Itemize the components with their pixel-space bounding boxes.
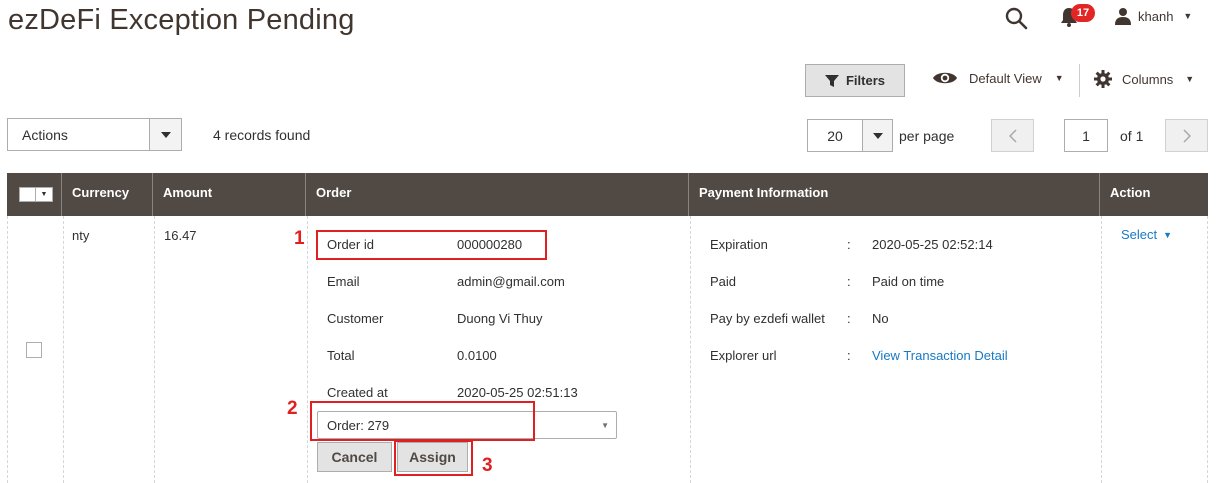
chevron-down-icon: ▼ — [1183, 11, 1193, 21]
column-header-order[interactable]: Order — [306, 173, 689, 216]
columns-control[interactable]: Columns ▼ — [1094, 70, 1194, 88]
mass-select-box[interactable] — [20, 188, 36, 201]
user-icon — [1115, 8, 1131, 25]
pay-by-wallet-value: No — [872, 311, 889, 326]
cancel-button[interactable]: Cancel — [317, 442, 392, 472]
customer-value: Duong Vi Thuy — [457, 311, 543, 326]
row-action-label: Select — [1121, 227, 1158, 242]
column-divider — [690, 216, 691, 483]
chevron-down-icon — [862, 120, 892, 151]
filter-icon — [824, 74, 839, 87]
separator: : — [847, 274, 851, 289]
column-divider — [307, 216, 308, 483]
email-label: Email — [327, 274, 360, 289]
per-page-select[interactable]: 20 — [807, 119, 893, 152]
chevron-down-icon: ▼ — [1163, 229, 1173, 240]
eye-icon — [933, 72, 957, 84]
actions-label: Actions — [22, 126, 68, 143]
paid-label: Paid — [710, 274, 737, 289]
user-menu[interactable]: khanh ▼ — [1114, 6, 1192, 26]
expiration-value: 2020-05-25 02:52:14 — [872, 237, 993, 252]
mass-select-checkbox[interactable]: ▼ — [19, 187, 53, 202]
column-header-payment-information[interactable]: Payment Information — [689, 173, 1100, 216]
annotation-number-1: 1 — [294, 228, 305, 249]
column-divider — [1101, 216, 1102, 483]
separator: : — [847, 237, 851, 252]
explorer-url-label: Explorer url — [710, 348, 777, 363]
created-at-value: 2020-05-25 02:51:13 — [457, 385, 578, 400]
row-checkbox[interactable] — [26, 342, 42, 358]
chevron-down-icon: ▼ — [601, 421, 609, 430]
chevron-down-icon[interactable]: ▼ — [36, 188, 52, 201]
annotation-number-3: 3 — [482, 455, 493, 476]
created-at-label: Created at — [327, 385, 388, 400]
column-header-currency[interactable]: Currency — [62, 173, 153, 216]
total-label: Total — [327, 348, 355, 363]
total-value: 0.0100 — [457, 348, 497, 363]
chevron-down-icon — [149, 119, 181, 150]
notifications-count-badge: 17 — [1071, 4, 1095, 22]
toolbar-divider — [1079, 64, 1080, 97]
current-page-input[interactable]: 1 — [1064, 119, 1108, 152]
table-row — [7, 216, 1208, 483]
customer-label: Customer — [327, 311, 384, 326]
previous-page-button[interactable] — [991, 119, 1034, 152]
expiration-label: Expiration — [710, 237, 768, 252]
separator: : — [847, 348, 851, 363]
column-divider — [63, 216, 64, 483]
columns-label: Columns — [1122, 71, 1174, 87]
annotation-number-2: 2 — [287, 398, 298, 419]
separator: : — [847, 311, 851, 326]
highlight-box-assign-select — [310, 401, 535, 441]
chevron-down-icon: ▼ — [1054, 73, 1064, 83]
mass-select-header: ▼ — [7, 173, 62, 216]
search-icon[interactable] — [1004, 6, 1028, 30]
highlight-box-order-id — [316, 230, 547, 260]
total-pages-label: of 1 — [1120, 128, 1144, 144]
per-page-value: 20 — [827, 127, 843, 144]
chevron-left-icon — [1008, 128, 1017, 143]
records-count: 4 records found — [213, 127, 311, 143]
column-header-amount[interactable]: Amount — [153, 173, 306, 216]
username: khanh — [1138, 8, 1174, 24]
gear-icon — [1094, 70, 1112, 88]
filters-label: Filters — [845, 73, 885, 88]
pay-by-wallet-label: Pay by ezdefi wallet — [710, 311, 825, 326]
column-header-action: Action — [1110, 185, 1151, 200]
mass-actions-select[interactable]: Actions — [7, 118, 182, 151]
chevron-right-icon — [1182, 128, 1191, 143]
next-page-button[interactable] — [1165, 119, 1208, 152]
column-divider — [154, 216, 155, 483]
email-value: admin@gmail.com — [457, 274, 565, 289]
row-action-select[interactable]: Select ▼ — [1121, 227, 1172, 242]
cell-currency: nty — [72, 228, 90, 243]
paid-value: Paid on time — [872, 274, 945, 289]
view-switcher[interactable]: Default View ▼ — [932, 70, 1064, 86]
page-title: ezDeFi Exception Pending — [8, 4, 355, 36]
grid-header: ▼ Currency Amount Order Payment Informat… — [7, 173, 1208, 216]
cell-amount: 16.47 — [164, 228, 197, 243]
view-transaction-link[interactable]: View Transaction Detail — [872, 348, 1008, 363]
chevron-down-icon: ▼ — [1185, 74, 1195, 84]
view-label: Default View — [969, 70, 1042, 86]
filters-button[interactable]: Filters — [805, 64, 905, 97]
highlight-box-assign-button — [394, 440, 473, 476]
per-page-label: per page — [899, 128, 955, 144]
